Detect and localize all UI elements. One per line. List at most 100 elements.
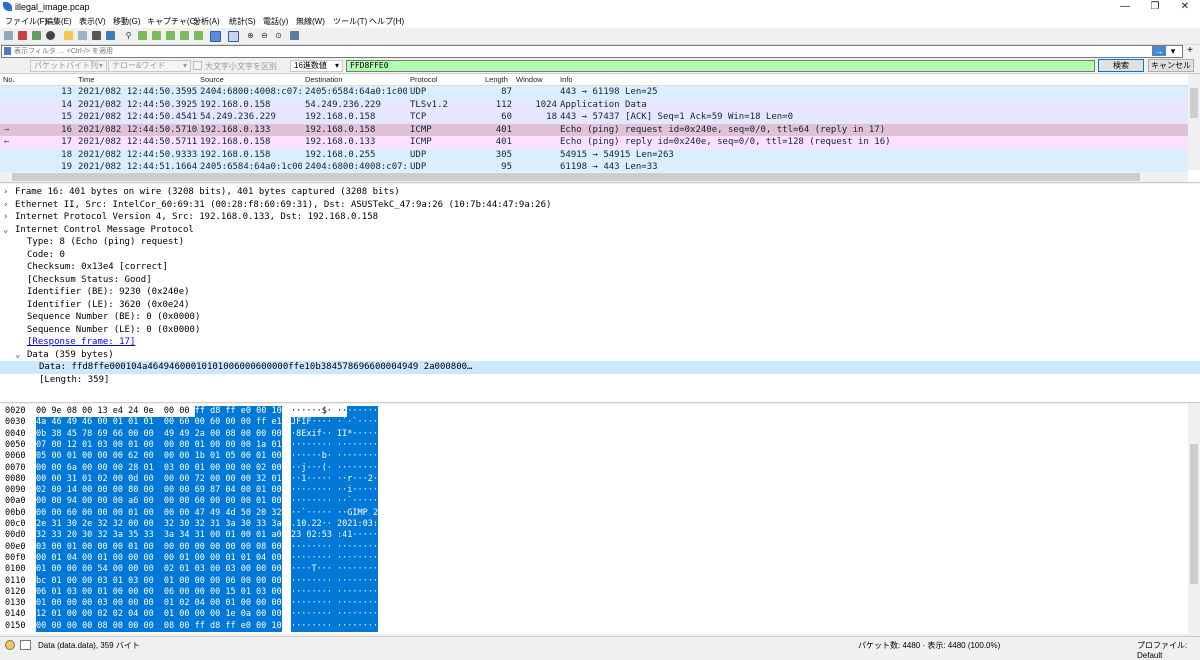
hex-offset[interactable]: 0030	[5, 417, 25, 429]
ascii-bytes-highlighted[interactable]: ··j···(· ········	[291, 462, 378, 474]
start-capture-icon[interactable]	[4, 31, 13, 40]
hex-bytes-highlighted[interactable]: 32 33 20 30 32 3a 35 33 3a 34 31 00 01 0…	[36, 530, 282, 542]
detail-tree-label[interactable]: [Response frame: 17]	[27, 336, 135, 349]
hex-bytes[interactable]: 00 9e 08 00 13 e4 24 0e 00 00	[36, 406, 195, 418]
hex-offset[interactable]: 0040	[5, 429, 25, 441]
stop-capture-icon[interactable]	[18, 31, 27, 40]
detail-tree-item[interactable]: › Internet Protocol Version 4, Src: 192.1…	[0, 211, 1200, 224]
zoom-in-icon[interactable]: ⊕	[246, 31, 255, 40]
menu-capture[interactable]: キャプチャ(C)	[147, 16, 198, 27]
zoom-normal-icon[interactable]: ⊙	[274, 31, 283, 40]
column-header-destination[interactable]: Destination	[305, 75, 343, 84]
packet-bytes-vertical-scrollbar[interactable]	[1188, 404, 1200, 634]
expand-arrow-icon[interactable]: ›	[3, 199, 8, 212]
hex-offset[interactable]: 00f0	[5, 553, 25, 565]
search-charset-select[interactable]: ナロー&ワイド ▾	[108, 60, 191, 72]
ascii-bytes-highlighted[interactable]: ········ ········	[291, 620, 378, 633]
zoom-out-icon[interactable]: ⊖	[260, 31, 269, 40]
hex-offset[interactable]: 00c0	[5, 519, 25, 531]
ascii-bytes[interactable]: ······$· ··	[291, 406, 347, 418]
hex-offset[interactable]: 0080	[5, 474, 25, 486]
column-header-info[interactable]: Info	[560, 75, 573, 84]
detail-tree-item[interactable]: Identifier (LE): 3620 (0x0e24)	[0, 299, 1200, 312]
ascii-bytes-highlighted[interactable]: ········ ··`·····	[291, 496, 378, 508]
column-header-no[interactable]: No.	[3, 75, 15, 84]
column-header-length[interactable]: Length	[485, 75, 508, 84]
ascii-bytes-highlighted[interactable]: ········ ········	[291, 575, 378, 587]
restart-capture-icon[interactable]	[32, 31, 41, 40]
detail-tree-item[interactable]: [Response frame: 17]	[0, 336, 1200, 349]
collapse-arrow-icon[interactable]: ⌄	[15, 349, 20, 362]
hex-bytes-highlighted[interactable]: 00 00 00 00 08 00 00 00 08 00 ff d8 ff e…	[36, 620, 282, 633]
hex-bytes-highlighted[interactable]: 12 01 00 00 02 02 04 00 01 00 00 00 1e 0…	[36, 609, 282, 621]
ascii-bytes-highlighted[interactable]: ··1····· ··r···2·	[291, 473, 378, 486]
hex-offset[interactable]: 0140	[5, 609, 25, 621]
ascii-bytes-highlighted[interactable]: ········ ········	[291, 541, 378, 554]
column-header-time[interactable]: Time	[78, 75, 94, 84]
save-file-icon[interactable]	[78, 31, 87, 40]
hex-bytes-highlighted[interactable]: ff d8 ff e0 00 10	[194, 406, 282, 418]
hex-bytes-highlighted[interactable]: 01 00 00 00 03 00 00 00 01 02 04 00 01 0…	[36, 598, 282, 610]
packet-list-horizontal-scrollbar[interactable]	[0, 172, 1188, 182]
detail-tree-item[interactable]: [Checksum Status: Good]	[0, 274, 1200, 287]
ascii-bytes-highlighted[interactable]: JFIF···· ·`·`····	[291, 417, 378, 429]
column-header-protocol[interactable]: Protocol	[410, 75, 438, 84]
menu-telephony[interactable]: 電話(y)	[263, 16, 288, 27]
ascii-bytes-highlighted[interactable]: ········ ········	[291, 552, 378, 565]
capture-comment-icon[interactable]	[20, 640, 31, 650]
detail-tree-item[interactable]: ⌄ Data (359 bytes)	[0, 349, 1200, 362]
expand-arrow-icon[interactable]: ›	[3, 211, 8, 224]
maximize-button[interactable]: ❐	[1140, 0, 1170, 14]
ascii-bytes-highlighted[interactable]: ········ ········	[291, 609, 378, 621]
hex-offset[interactable]: 00e0	[5, 542, 25, 554]
menu-go[interactable]: 移動(G)	[113, 16, 141, 27]
expand-arrow-icon[interactable]: ›	[3, 186, 8, 199]
bookmark-icon[interactable]	[4, 47, 11, 55]
packet-row[interactable]: 18 2021/082 12:44:50.933359 192.168.0.158 1…	[0, 148, 1188, 161]
hex-offset[interactable]: 0020	[5, 406, 25, 418]
ascii-bytes-highlighted[interactable]: ········ ··i·····	[291, 485, 378, 497]
display-filter-input[interactable]	[14, 46, 1154, 56]
menu-tools[interactable]: ツール(T)	[333, 16, 367, 27]
last-packet-icon[interactable]	[194, 31, 203, 40]
menu-statistics[interactable]: 統計(S)	[229, 16, 256, 27]
ascii-bytes-highlighted[interactable]: ·8Exif·· II*·····	[291, 428, 378, 441]
ascii-bytes-highlighted[interactable]: ········ ········	[291, 439, 378, 452]
ascii-bytes-highlighted[interactable]: .10.22·· 2021:03:	[291, 519, 378, 531]
find-packet-icon[interactable]: ⚲	[124, 31, 133, 40]
packet-row[interactable]: 15 2021/082 12:44:50.454197 54.249.236.229…	[0, 111, 1188, 124]
detail-tree-item[interactable]: › Ethernet II, Src: IntelCor_60:69:31 (00…	[0, 199, 1200, 212]
scrollbar-thumb[interactable]	[1190, 444, 1198, 584]
ascii-bytes-highlighted[interactable]: ········ ········	[291, 586, 378, 599]
detail-tree-item[interactable]: › Frame 16: 401 bytes on wire (3208 bits)…	[0, 186, 1200, 199]
hex-offset[interactable]: 0100	[5, 564, 25, 576]
cancel-button[interactable]: キャンセル	[1148, 59, 1194, 72]
hex-offset[interactable]: 00b0	[5, 508, 25, 520]
hex-bytes-highlighted[interactable]: 05 00 01 00 00 00 62 00 00 00 1b 01 05 0…	[36, 451, 282, 463]
hex-bytes-highlighted[interactable]: bc 01 00 00 03 01 03 00 01 00 00 00 06 0…	[36, 575, 282, 587]
hex-bytes-highlighted[interactable]: 02 00 14 00 00 00 80 00 00 00 69 87 04 0…	[36, 485, 282, 497]
hex-bytes-highlighted[interactable]: 01 00 00 00 54 00 00 00 02 01 03 00 03 0…	[36, 564, 282, 576]
add-filter-button[interactable]: +	[1184, 45, 1196, 57]
close-button[interactable]: ✕	[1170, 0, 1200, 14]
hex-offset[interactable]: 00d0	[5, 530, 25, 542]
ascii-bytes-highlighted[interactable]: ······b· ········	[291, 451, 378, 463]
hex-bytes-highlighted[interactable]: 00 01 04 00 01 00 00 00 00 01 00 00 01 0…	[36, 552, 282, 565]
hex-bytes-highlighted[interactable]: 07 00 12 01 03 00 01 00 00 00 01 00 00 0…	[36, 439, 282, 452]
hex-bytes-highlighted[interactable]: 00 00 60 00 00 00 01 00 00 00 47 49 4d 5…	[36, 507, 282, 520]
menu-edit[interactable]: 編集(E)	[45, 16, 72, 27]
menu-file[interactable]: ファイル(F)	[5, 16, 47, 27]
detail-tree-item[interactable]: Checksum: 0x13e4 [correct]	[0, 261, 1200, 274]
colorize-icon[interactable]	[228, 31, 239, 42]
resize-columns-icon[interactable]	[290, 31, 299, 40]
hex-offset[interactable]: 0060	[5, 451, 25, 463]
detail-tree-item[interactable]: ⌄ Internet Control Message Protocol	[0, 224, 1200, 237]
hex-bytes-highlighted[interactable]: 06 01 03 00 01 00 00 00 06 00 00 00 15 0…	[36, 586, 282, 599]
search-type-select[interactable]: 16進数値 ▾	[290, 60, 343, 72]
apply-filter-arrow-icon[interactable]: →	[1152, 46, 1166, 56]
hex-offset[interactable]: 0130	[5, 598, 25, 610]
filter-dropdown-icon[interactable]: ▾	[1168, 45, 1178, 57]
collapse-arrow-icon[interactable]: ⌄	[3, 224, 8, 237]
go-forward-icon[interactable]	[152, 31, 161, 40]
close-file-icon[interactable]	[92, 31, 101, 40]
